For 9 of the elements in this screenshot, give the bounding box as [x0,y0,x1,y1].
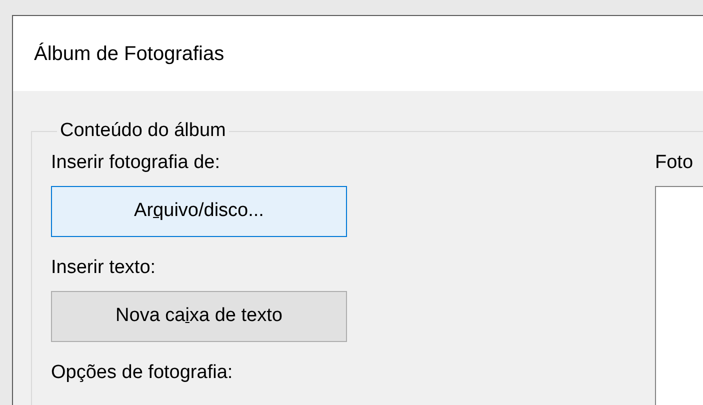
file-button[interactable]: Arquivo/disco... [51,186,347,236]
field-label: Inserir fotografia de: [51,152,220,174]
group-title: Conteúdo do álbum [60,120,226,141]
list-label: Foto [655,152,694,174]
pictures-list[interactable] [655,186,703,405]
field-label: Opções de fotografia: [51,362,233,384]
new-text-box-button[interactable]: Nova caixa de texto [51,290,347,342]
field-label: Inserir texto: [51,256,156,278]
window-title: Álbum de Fotografias [34,42,224,66]
